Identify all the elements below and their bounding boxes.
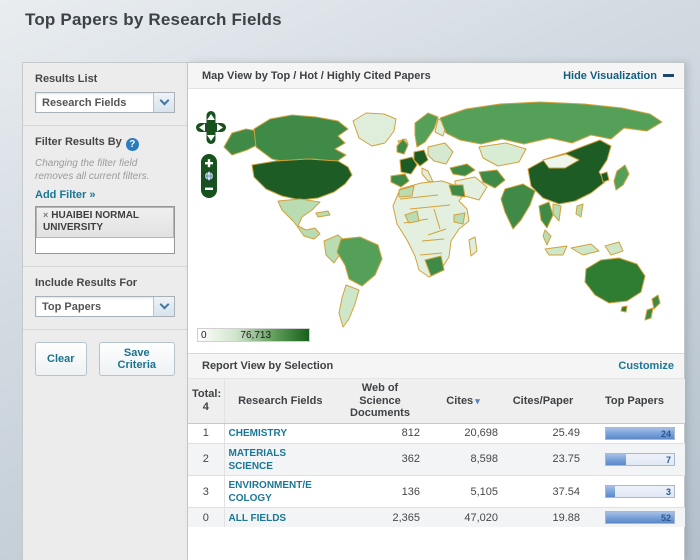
bar-value: 24 — [661, 428, 671, 441]
docs-cell: 812 — [336, 423, 424, 443]
filter-by-label: Filter Results By — [35, 136, 122, 148]
chevron-down-icon — [159, 300, 169, 310]
dropdown-button[interactable] — [153, 297, 174, 316]
field-link[interactable]: CHEMISTRY — [229, 428, 288, 439]
rank-cell: 0 — [188, 508, 224, 528]
table-header-row: Total:4 Research Fields Web of Science D… — [188, 379, 685, 423]
customize-link[interactable]: Customize — [618, 360, 674, 372]
results-list-section: Results List Research Fields — [23, 63, 187, 126]
bar-value: 52 — [661, 512, 671, 525]
rank-cell: 2 — [188, 443, 224, 475]
docs-cell: 2,365 — [336, 508, 424, 528]
total-header: Total:4 — [188, 379, 224, 423]
add-filter-link[interactable]: Add Filter » — [35, 189, 96, 201]
filter-by-section: Filter Results By? Changing the filter f… — [23, 126, 187, 267]
map-view-header: Map View by Top / Hot / Highly Cited Pap… — [188, 63, 684, 89]
top-papers-bar[interactable]: 3 — [605, 485, 675, 498]
dropdown-button[interactable] — [153, 93, 174, 112]
include-results-select[interactable]: Top Papers — [35, 296, 175, 317]
docs-cell: 362 — [336, 443, 424, 475]
sort-arrow-icon: ▾ — [475, 396, 480, 406]
cites-cell: 20,698 — [424, 423, 502, 443]
col-cites-per-paper: Cites/Paper — [502, 379, 584, 423]
help-icon[interactable]: ? — [126, 138, 139, 151]
include-results-label: Include Results For — [35, 277, 175, 289]
clear-button[interactable]: Clear — [35, 342, 87, 376]
page-title: Top Papers by Research Fields — [25, 10, 282, 30]
world-map[interactable] — [188, 89, 684, 353]
filter-item-label: HUAIBEI NORMAL UNIVERSITY — [43, 210, 139, 233]
hide-visualization-link[interactable]: Hide Visualization — [563, 70, 674, 82]
cites-cell: 8,598 — [424, 443, 502, 475]
results-list-value: Research Fields — [36, 97, 153, 109]
col-cites-sort[interactable]: Cites▾ — [424, 379, 502, 423]
chevron-down-icon — [159, 96, 169, 106]
main-panel: Map View by Top / Hot / Highly Cited Pap… — [188, 62, 685, 560]
map-view-title: Map View by Top / Hot / Highly Cited Pap… — [202, 70, 563, 82]
field-cell: CHEMISTRY — [224, 423, 336, 443]
collapse-icon[interactable] — [663, 74, 674, 77]
top-papers-cell: 7 — [584, 443, 685, 475]
col-research-fields: Research Fields — [224, 379, 336, 423]
col-top-papers: Top Papers — [584, 379, 685, 423]
remove-filter-icon[interactable]: × — [43, 210, 48, 220]
results-list-label: Results List — [35, 73, 175, 85]
legend-min-label: 0 — [201, 330, 207, 341]
report-view-title: Report View by Selection — [202, 360, 618, 372]
pan-control[interactable] — [196, 111, 226, 145]
field-link[interactable]: ENVIRONMENT/E COLOGY — [229, 480, 312, 504]
report-view-header: Report View by Selection Customize — [188, 353, 684, 379]
table-row: 3 ENVIRONMENT/E COLOGY 136 5,105 37.54 3 — [188, 476, 685, 508]
bar-value: 7 — [666, 454, 671, 467]
world-map-area: 0 76,713 — [188, 89, 684, 353]
filter-list-box[interactable]: ×HUAIBEI NORMAL UNIVERSITY — [35, 206, 175, 254]
map-controls — [196, 111, 226, 201]
rank-cell: 1 — [188, 423, 224, 443]
cites-cell: 47,020 — [424, 508, 502, 528]
field-cell: MATERIALS SCIENCE — [224, 443, 336, 475]
field-link[interactable]: MATERIALS SCIENCE — [229, 448, 287, 472]
field-cell: ENVIRONMENT/E COLOGY — [224, 476, 336, 508]
report-table: Total:4 Research Fields Web of Science D… — [188, 379, 685, 527]
table-row: 0 ALL FIELDS 2,365 47,020 19.88 52 — [188, 508, 685, 528]
docs-cell: 136 — [336, 476, 424, 508]
rank-cell: 3 — [188, 476, 224, 508]
cpp-cell: 25.49 — [502, 423, 584, 443]
include-results-value: Top Papers — [36, 301, 153, 313]
top-papers-bar[interactable]: 24 — [605, 427, 675, 440]
include-results-section: Include Results For Top Papers — [23, 267, 187, 330]
filters-sidebar: Results List Research Fields Filter Resu… — [22, 62, 188, 560]
field-cell: ALL FIELDS — [224, 508, 336, 528]
table-row: 1 CHEMISTRY 812 20,698 25.49 24 — [188, 423, 685, 443]
map-legend: 0 76,713 — [197, 328, 310, 342]
bar-value: 3 — [666, 486, 671, 499]
save-criteria-button[interactable]: Save Criteria — [99, 342, 175, 376]
zoom-control[interactable] — [201, 154, 217, 198]
top-papers-bar[interactable]: 52 — [605, 511, 675, 524]
col-wos-documents: Web of Science Documents — [336, 379, 424, 423]
filter-note: Changing the filter field removes all cu… — [35, 158, 175, 183]
top-papers-cell: 3 — [584, 476, 685, 508]
top-papers-bar[interactable]: 7 — [605, 453, 675, 466]
zoom-out-icon — [205, 188, 213, 190]
field-link[interactable]: ALL FIELDS — [229, 513, 287, 524]
cpp-cell: 19.88 — [502, 508, 584, 528]
legend-max-label: 76,713 — [240, 330, 271, 341]
cpp-cell: 23.75 — [502, 443, 584, 475]
cpp-cell: 37.54 — [502, 476, 584, 508]
top-papers-cell: 24 — [584, 423, 685, 443]
results-list-select[interactable]: Research Fields — [35, 92, 175, 113]
top-papers-cell: 52 — [584, 508, 685, 528]
filter-item-huaibei[interactable]: ×HUAIBEI NORMAL UNIVERSITY — [36, 207, 174, 238]
sidebar-buttons: Clear Save Criteria — [23, 330, 187, 388]
cites-cell: 5,105 — [424, 476, 502, 508]
table-row: 2 MATERIALS SCIENCE 362 8,598 23.75 7 — [188, 443, 685, 475]
